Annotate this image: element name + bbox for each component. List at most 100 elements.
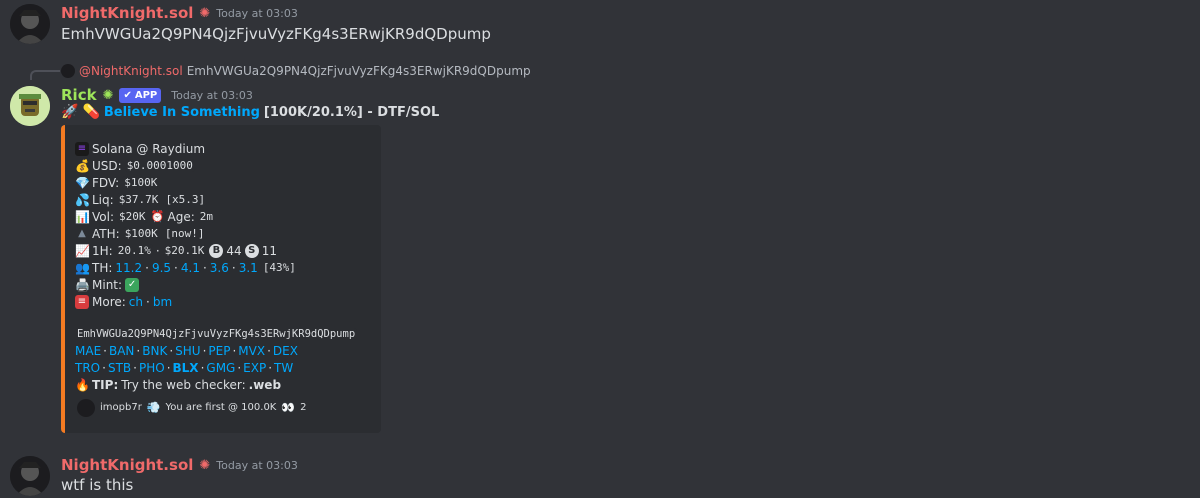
h1-row: 📈 1H: 20.1% · $20.1K B 44 S 11 <box>75 242 375 259</box>
more-link[interactable]: bm <box>153 295 172 309</box>
app-badge-label: APP <box>134 89 158 101</box>
ath-note: [now!] <box>162 227 207 240</box>
tip-row: 🔥 TIP: Try the web checker: .web <box>75 376 375 393</box>
exchange-link[interactable]: BLX <box>173 361 199 375</box>
exchange-link[interactable]: PEP <box>208 344 230 358</box>
message-header: Rick ✺ ✔ APP Today at 03:03 <box>61 86 253 104</box>
links-row: MAE · BAN · BNK · SHU · PEP · MVX · DEX <box>75 343 298 358</box>
printer-icon: 🖨️ <box>75 277 90 292</box>
fdv-label: FDV: <box>92 175 120 190</box>
h1-pct: 20.1% <box>115 244 153 257</box>
fire-icon: 🔥 <box>75 377 90 392</box>
usd-label: USD: <box>92 158 122 173</box>
exchange-link[interactable]: PHO <box>139 361 165 375</box>
username[interactable]: NightKnight.sol <box>61 4 193 22</box>
bot-title: 🚀 💊 Believe In Something [100K/20.1%] - … <box>61 104 439 120</box>
chain-text: Solana @ Raydium <box>92 141 206 156</box>
exchange-link[interactable]: MVX <box>238 344 265 358</box>
message-text: wtf is this <box>61 476 134 494</box>
usd-row: 💰 USD: $0.0001000 <box>75 157 375 174</box>
avatar[interactable] <box>10 86 50 126</box>
exchange-link[interactable]: EXP <box>243 361 266 375</box>
app-badge: ✔ APP <box>119 87 162 103</box>
embed-footer: imopb7r 💨 You are first @ 100.0K 👀 2 <box>75 398 375 417</box>
th-value-link[interactable]: 3.6 <box>210 261 229 275</box>
exchange-link[interactable]: TW <box>274 361 293 375</box>
buys-count: 44 <box>226 243 242 258</box>
links-row: TRO · STB · PHO · BLX · GMG · EXP · TW <box>75 360 294 375</box>
mint-label: Mint: <box>92 277 123 292</box>
check-icon: ✔ <box>123 89 132 101</box>
vol-row: 📊 Vol: $20K ⏰ Age: 2m <box>75 208 375 225</box>
th-row: 👥 TH: 11.2 · 9.5 · 4.1 · 3.6 · 3.1 [43%] <box>75 260 298 275</box>
more-label: More: <box>92 294 126 309</box>
th-value-link[interactable]: 3.1 <box>239 261 258 275</box>
reply-text: EmhVWGUa2Q9PN4QjzFjvuVyzFKg4s3ERwjKR9dQD… <box>186 64 531 78</box>
exchange-link[interactable]: STB <box>108 361 131 375</box>
exchange-link[interactable]: GMG <box>206 361 235 375</box>
tip-text: Try the web checker: <box>121 377 246 392</box>
contract-address[interactable]: EmhVWGUa2Q9PN4QjzFjvuVyzFKg4s3ERwjKR9dQD… <box>75 327 358 340</box>
reply-spine <box>30 70 60 80</box>
vol-label: Vol: <box>92 209 114 224</box>
pill-icon: 💊 <box>82 104 100 120</box>
footer-text: You are first @ 100.0K <box>165 402 277 413</box>
money-bag-icon: 💰 <box>75 158 90 173</box>
fdv-row: 💎 FDV: $100K <box>75 174 375 191</box>
th-value-link[interactable]: 9.5 <box>152 261 171 275</box>
more-icon: ≡ <box>75 294 89 309</box>
exchange-link[interactable]: BNK <box>142 344 167 358</box>
gem-icon: 💎 <box>75 175 90 190</box>
message-text: EmhVWGUa2Q9PN4QjzFjvuVyzFKg4s3ERwjKR9dQD… <box>61 25 491 43</box>
chain-row: ≡ Solana @ Raydium <box>75 140 375 157</box>
reply-mention[interactable]: @NightKnight.sol <box>79 64 183 78</box>
footer-count: 2 <box>300 402 307 413</box>
h1-vol: $20.1K <box>162 244 207 257</box>
avatar[interactable] <box>10 456 50 496</box>
mountain-icon: ▲ <box>78 227 86 239</box>
reply-avatar <box>61 64 75 78</box>
username[interactable]: Rick <box>61 86 97 104</box>
eyes-icon: 👀 <box>281 401 296 414</box>
th-value-link[interactable]: 4.1 <box>181 261 200 275</box>
exchange-link[interactable]: SHU <box>175 344 200 358</box>
rocket-icon: 🚀 <box>61 104 79 120</box>
timestamp: Today at 03:03 <box>171 88 253 102</box>
mint-row: 🖨️ Mint: ✓ <box>75 276 375 293</box>
message-header: NightKnight.sol ✺ Today at 03:03 <box>61 4 298 22</box>
holders-icon: 👥 <box>75 260 90 275</box>
vol-value: $20K <box>117 210 148 223</box>
role-icon: ✺ <box>102 87 114 103</box>
liq-mult: [x5.3] <box>163 193 208 206</box>
droplets-icon: 💦 <box>75 192 90 207</box>
bar-chart-icon: 📊 <box>75 209 90 224</box>
solana-icon: ≡ <box>75 141 89 156</box>
chart-up-icon: 📈 <box>75 243 90 258</box>
avatar[interactable] <box>10 4 50 44</box>
th-value-link[interactable]: 11.2 <box>115 261 142 275</box>
reply-preview[interactable]: @NightKnight.sol EmhVWGUa2Q9PN4QjzFjvuVy… <box>61 64 531 78</box>
th-total: [43%] <box>260 261 298 274</box>
buy-icon: B <box>209 243 224 258</box>
liq-row: 💦 Liq: $37.7K [x5.3] <box>75 191 375 208</box>
exchange-link[interactable]: MAE <box>75 344 101 358</box>
sell-icon: S <box>244 243 259 258</box>
exchange-link[interactable]: TRO <box>75 361 100 375</box>
h1-separator: · <box>155 243 160 258</box>
token-name-link[interactable]: Believe In Something <box>104 105 260 120</box>
exchange-link[interactable]: DEX <box>273 344 298 358</box>
footer-user: imopb7r <box>100 402 142 413</box>
tip-command: .web <box>248 377 282 392</box>
username[interactable]: NightKnight.sol <box>61 456 193 474</box>
exchange-link[interactable]: BAN <box>109 344 134 358</box>
age-label: Age: <box>167 209 195 224</box>
timestamp: Today at 03:03 <box>216 458 298 472</box>
dash-icon: 💨 <box>146 401 161 414</box>
role-icon: ✺ <box>199 5 211 21</box>
more-link[interactable]: ch <box>129 295 143 309</box>
age-value: 2m <box>197 210 216 223</box>
timestamp: Today at 03:03 <box>216 6 298 20</box>
h1-label: 1H: <box>92 243 113 258</box>
token-summary: [100K/20.1%] - DTF/SOL <box>263 104 440 120</box>
tip-label: TIP: <box>92 377 119 392</box>
